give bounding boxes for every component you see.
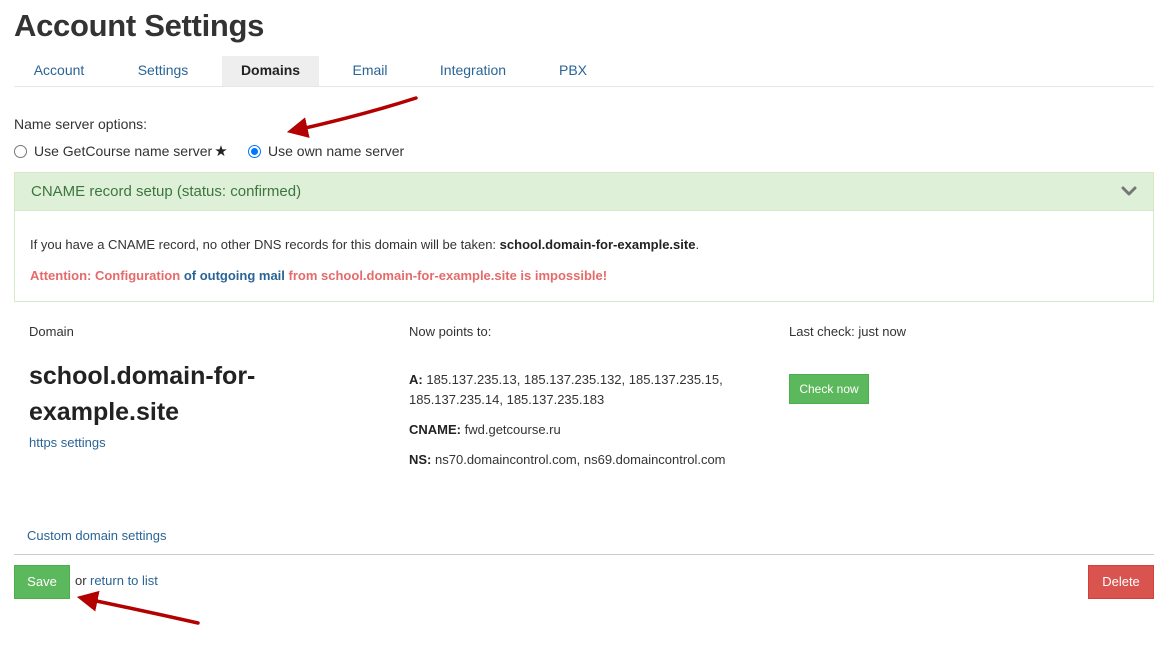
last-check-text: Last check: just now <box>789 324 907 339</box>
domain-column-header: Domain <box>29 324 74 339</box>
outgoing-mail-link[interactable]: of outgoing mail <box>184 268 285 283</box>
attention-prefix: Attention: Configuration <box>30 268 181 283</box>
ns-records: NS: ns70.domaincontrol.com, ns69.domainc… <box>409 450 726 470</box>
cname-record-value: fwd.getcourse.ru <box>464 422 561 437</box>
tab-account[interactable]: Account <box>14 56 104 86</box>
radio-own-label: Use own name server <box>268 143 405 159</box>
page-title: Account Settings <box>14 8 265 43</box>
attention-message: Attention: Configuration of outgoing mai… <box>30 268 607 283</box>
cname-info-text: If you have a CNAME record, no other DNS… <box>30 237 699 252</box>
tab-settings[interactable]: Settings <box>119 56 207 86</box>
cname-record-label: CNAME: <box>409 422 461 437</box>
a-record-values-2: 185.137.235.14, 185.137.235.183 <box>409 392 605 407</box>
name-server-label: Name server options: <box>14 116 148 132</box>
or-text: or <box>75 573 87 588</box>
radio-getcourse-ns[interactable]: Use GetCourse name server ★ <box>14 142 228 160</box>
attention-suffix: from school.domain-for-example.site is i… <box>288 268 608 283</box>
divider <box>14 554 1154 555</box>
ns-record-label: NS: <box>409 452 432 467</box>
radio-button[interactable] <box>14 144 27 158</box>
a-records: A: 185.137.235.13, 185.137.235.132, 185.… <box>409 370 723 410</box>
points-to-column-header: Now points to: <box>409 324 492 339</box>
domain-name-line1: school.domain-for- <box>29 362 256 390</box>
domain-name: school.domain-for- example.site <box>29 358 329 430</box>
save-button[interactable]: Save <box>14 565 70 599</box>
check-now-button[interactable]: Check now <box>789 374 869 404</box>
tab-domains[interactable]: Domains <box>222 56 319 86</box>
cname-panel-title: CNAME record setup (status: confirmed) <box>31 183 302 200</box>
delete-button[interactable]: Delete <box>1088 565 1154 599</box>
custom-domain-settings-link[interactable]: Custom domain settings <box>27 528 166 543</box>
tab-pbx[interactable]: PBX <box>544 56 602 86</box>
radio-own-ns[interactable]: Use own name server <box>248 142 404 160</box>
cname-panel-header[interactable]: CNAME record setup (status: confirmed) <box>15 173 1153 211</box>
a-record-label: A: <box>409 372 423 387</box>
annotation-arrows <box>76 96 418 625</box>
cname-info-domain: school.domain-for-example.site <box>499 237 696 252</box>
cname-record: CNAME: fwd.getcourse.ru <box>409 420 561 440</box>
annotation-arrow-bottom <box>76 590 200 625</box>
annotation-arrow-top <box>286 96 418 138</box>
a-record-values-1: 185.137.235.13, 185.137.235.132, 185.137… <box>426 372 723 387</box>
https-settings-link[interactable]: https settings <box>29 435 106 450</box>
cname-info-prefix: If you have a CNAME record, no other DNS… <box>30 237 497 252</box>
cname-panel: CNAME record setup (status: confirmed) I… <box>14 172 1154 302</box>
return-to-list-link[interactable]: return to list <box>90 573 158 588</box>
tab-email[interactable]: Email <box>334 56 406 86</box>
radio-button-checked[interactable] <box>248 144 261 158</box>
star-icon: ★ <box>214 143 228 160</box>
chevron-down-icon[interactable] <box>1121 183 1137 199</box>
tab-bar: Account Settings Domains Email Integrati… <box>14 56 1154 87</box>
tab-integration[interactable]: Integration <box>424 56 522 86</box>
cname-info-suffix: . <box>695 237 700 252</box>
radio-getcourse-label: Use GetCourse name server <box>34 143 213 159</box>
ns-record-value: ns70.domaincontrol.com, ns69.domaincontr… <box>435 452 726 467</box>
domain-name-line2: example.site <box>29 398 180 426</box>
